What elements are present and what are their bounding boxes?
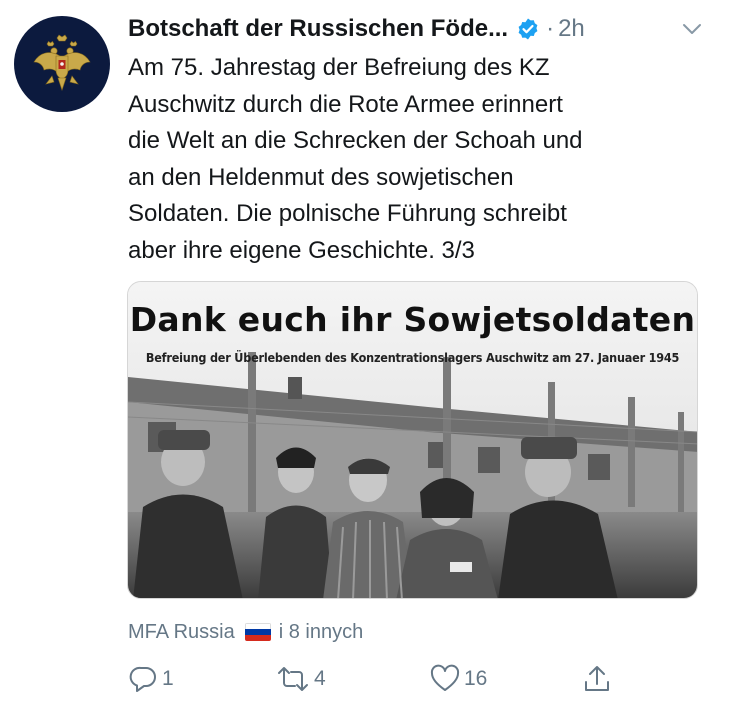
tweet-time[interactable]: 2h bbox=[558, 15, 585, 43]
like-button[interactable]: 16 bbox=[430, 664, 487, 694]
media-headline: Dank euch ihr Sowjetsoldaten bbox=[129, 300, 696, 339]
heart-icon bbox=[430, 664, 460, 691]
share-button[interactable] bbox=[582, 664, 612, 694]
separator-dot: · bbox=[546, 15, 555, 42]
like-count: 16 bbox=[464, 667, 488, 690]
tweet-text: Am 75. Jahrestag der Befreiung des KZ Au… bbox=[128, 54, 583, 264]
tweet-action-bar: 1 4 16 bbox=[128, 664, 618, 700]
media-caption: Befreiung der Überlebenden des Konzentra… bbox=[145, 350, 680, 365]
retweet-count: 4 bbox=[314, 667, 326, 690]
chevron-down-icon[interactable] bbox=[681, 20, 703, 38]
reply-icon bbox=[129, 666, 156, 692]
verified-badge-icon bbox=[516, 17, 540, 41]
tweet-media-image[interactable]: Dank euch ihr Sowjetsoldaten Befreiung d… bbox=[127, 281, 698, 599]
retweet-icon bbox=[278, 667, 308, 691]
russia-flag-icon bbox=[244, 623, 271, 641]
share-icon bbox=[585, 666, 609, 691]
liked-by-name[interactable]: MFA Russia bbox=[128, 621, 235, 644]
account-name[interactable]: Botschaft der Russischen Föde... bbox=[128, 15, 508, 43]
eagle-emblem-icon bbox=[33, 34, 91, 91]
reply-count: 1 bbox=[162, 667, 174, 690]
avatar[interactable] bbox=[14, 16, 110, 112]
others-count[interactable]: i 8 innych bbox=[279, 621, 364, 644]
tweet-header: Botschaft der Russischen Föde... · 2h bbox=[128, 14, 707, 44]
reply-button[interactable]: 1 bbox=[128, 664, 174, 694]
social-context[interactable]: MFA Russia i 8 innych bbox=[128, 618, 363, 646]
retweet-button[interactable]: 4 bbox=[276, 664, 326, 694]
